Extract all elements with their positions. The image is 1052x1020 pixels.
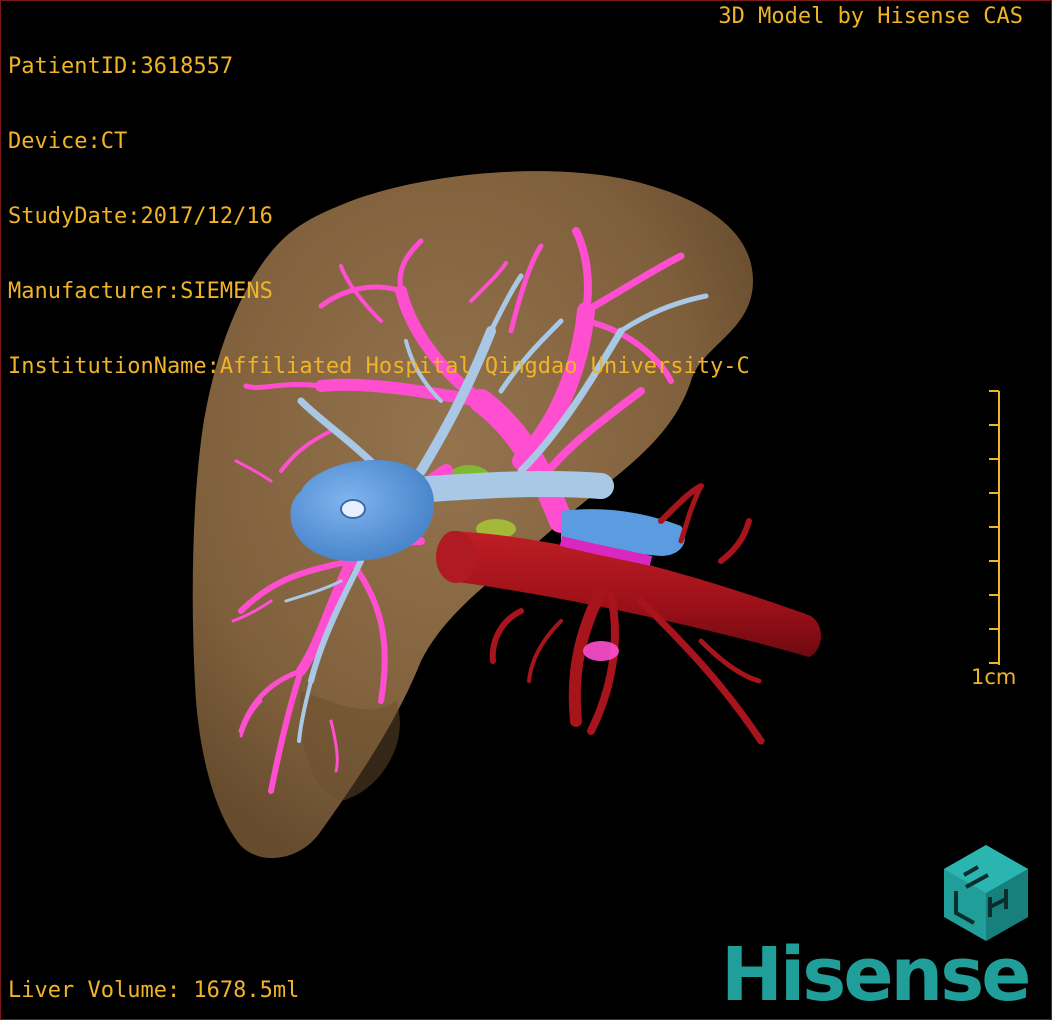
render-viewport[interactable]: PatientID:3618557 Device:CT StudyDate:20… [0,0,1052,1020]
institution-name: InstitutionName:Affiliated Hospital Qing… [8,354,750,379]
vena-cava-opening [340,499,366,519]
brand-wordmark: Hisense [721,932,1031,1018]
liver-volume: Liver Volume: 1678.5ml [8,978,300,1003]
device: Device:CT [8,129,128,154]
model-credit: 3D Model by Hisense CAS [718,4,1023,29]
hisense-cube-icon [944,845,1028,941]
scale-bar-label: 1cm [971,665,1017,689]
hisense-brand: Hisense [721,935,1051,1015]
scale-bar [989,390,1000,665]
splenic-vein-hint [583,641,619,661]
patient-id: PatientID:3618557 [8,54,234,79]
manufacturer: Manufacturer:SIEMENS [8,279,273,304]
dicom-metadata: PatientID:3618557 Device:CT StudyDate:20… [8,4,750,429]
aorta-end [436,531,476,583]
study-date: StudyDate:2017/12/16 [8,204,273,229]
